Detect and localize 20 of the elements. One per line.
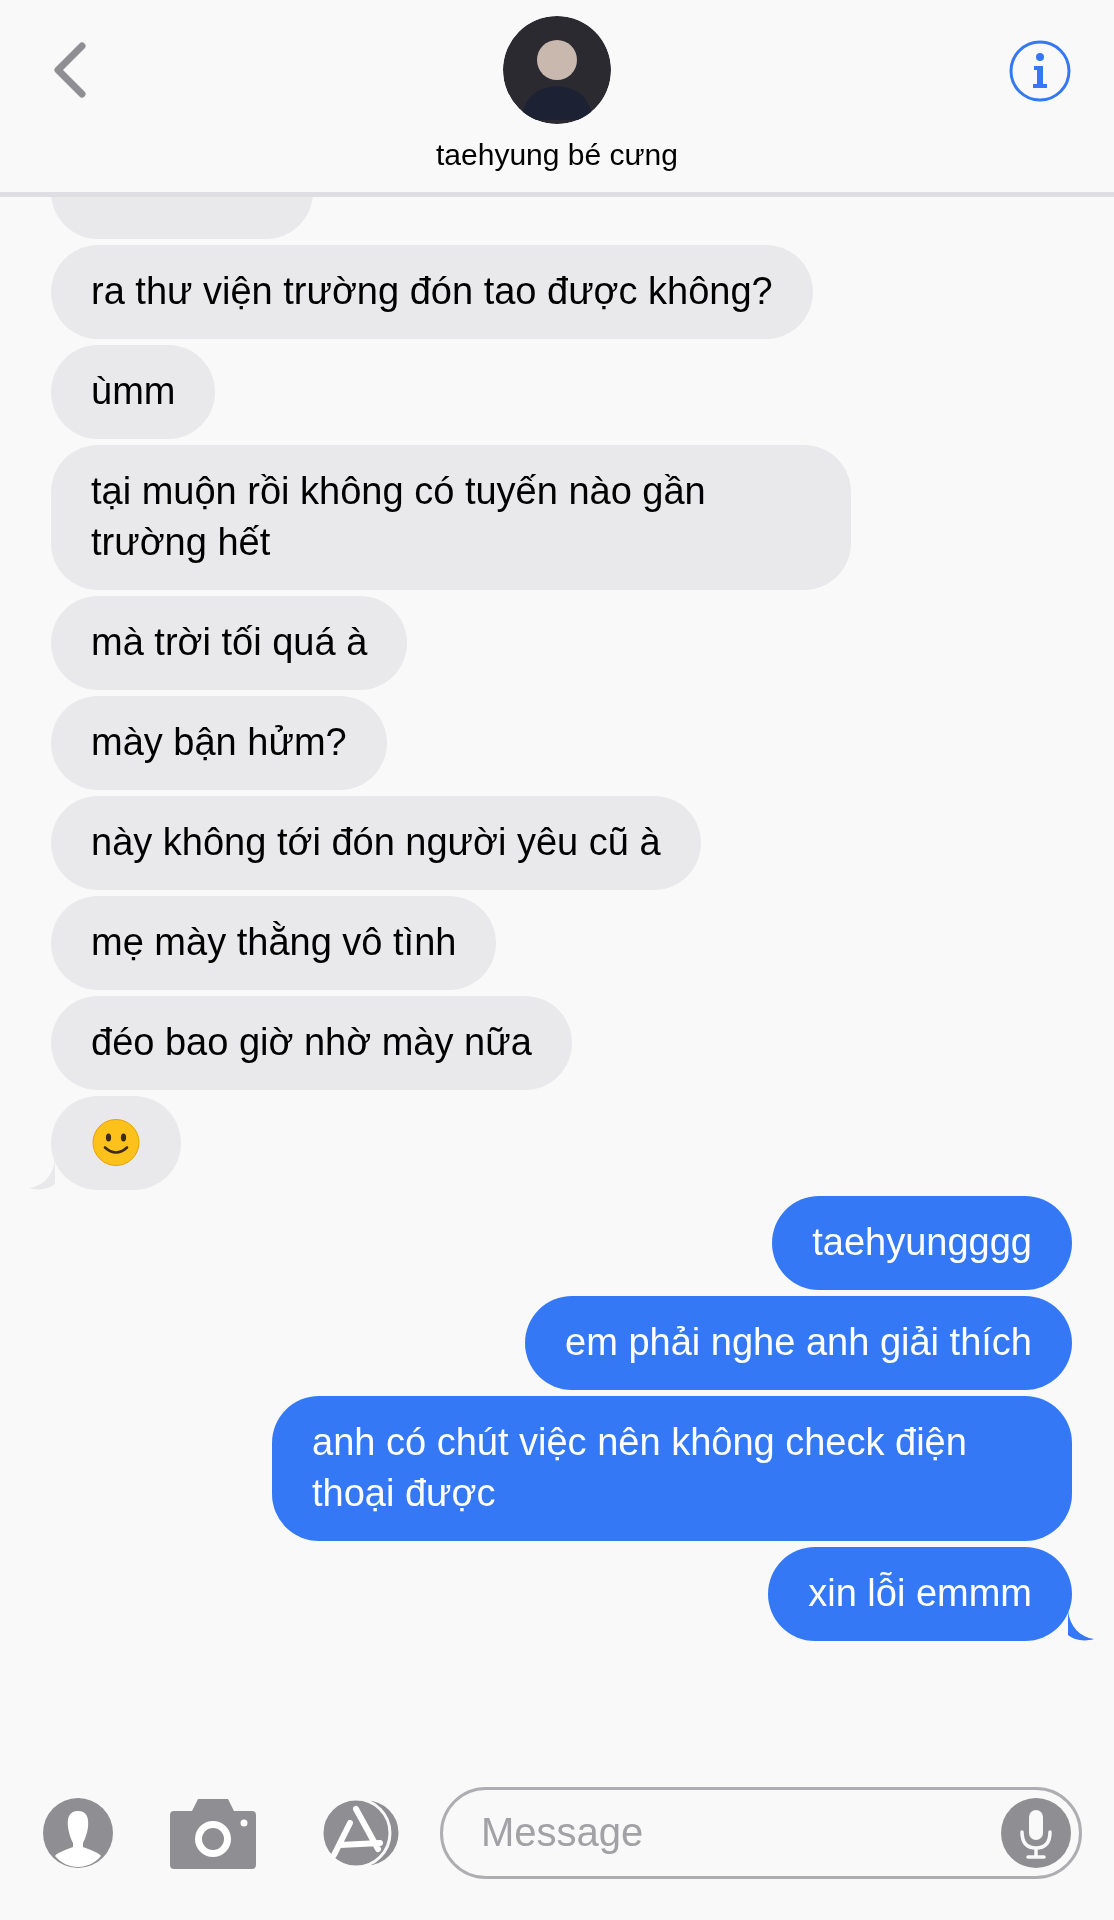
- camera-icon[interactable]: [170, 1796, 256, 1869]
- received-message: đéo bao giờ nhờ mày nữa: [51, 996, 572, 1090]
- received-message: ra thư viện trường đón tao được không?: [51, 245, 813, 339]
- sent-message: em phải nghe anh giải thích: [525, 1296, 1072, 1390]
- received-message: mày bận hửm?: [51, 696, 387, 790]
- info-icon[interactable]: [1008, 39, 1072, 103]
- received-message: này không tới đón người yêu cũ à: [51, 796, 701, 890]
- sent-message: taehyungggg: [772, 1196, 1072, 1290]
- message-field[interactable]: Message: [440, 1786, 1082, 1879]
- received-message: ùmm: [51, 345, 216, 439]
- received-message: tại muộn rồi không có tuyến nào gần trường hết: [51, 445, 851, 590]
- smiley-icon: [91, 1117, 141, 1168]
- back-chevron-icon[interactable]: [52, 42, 88, 98]
- microphone-icon[interactable]: [1000, 1796, 1072, 1869]
- received-message: mà trời tối quá à: [51, 596, 408, 690]
- contact-icon[interactable]: [42, 1796, 114, 1869]
- avatar-icon[interactable]: [503, 16, 611, 124]
- sent-message: anh có chút việc nên không check điện thoại được: [272, 1396, 1072, 1541]
- received-message: mẹ mày thằng vô tình: [51, 896, 497, 990]
- contact-name[interactable]: taehyung bé cưng: [436, 138, 678, 172]
